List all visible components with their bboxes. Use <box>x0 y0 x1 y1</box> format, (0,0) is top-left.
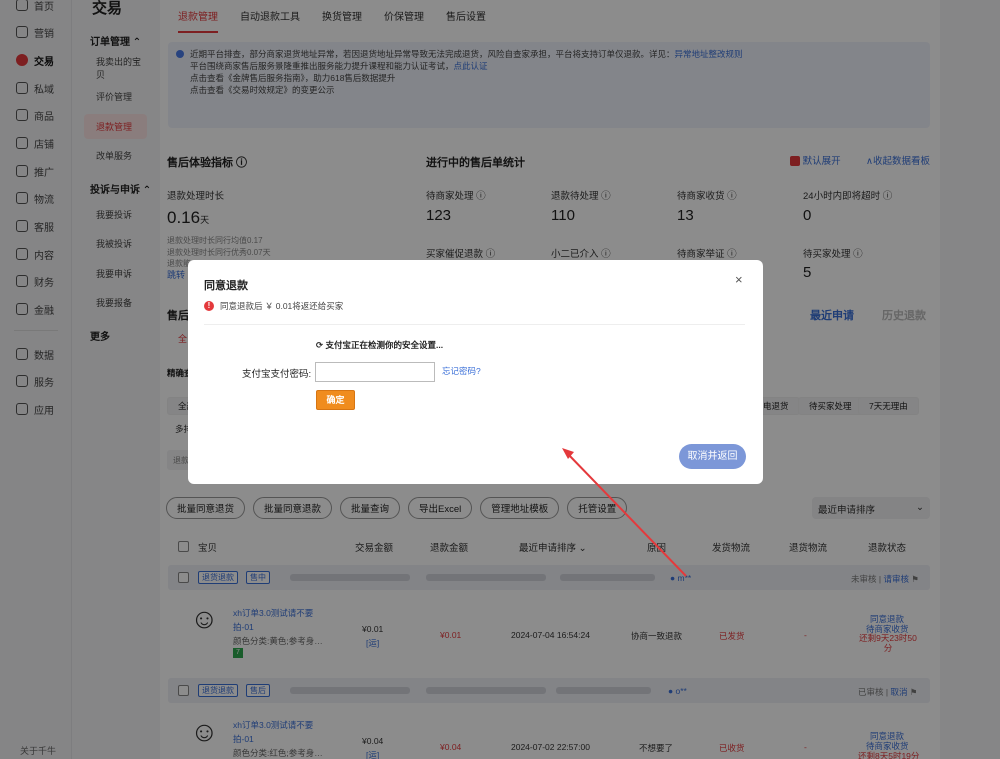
annotation-arrow <box>562 448 687 577</box>
